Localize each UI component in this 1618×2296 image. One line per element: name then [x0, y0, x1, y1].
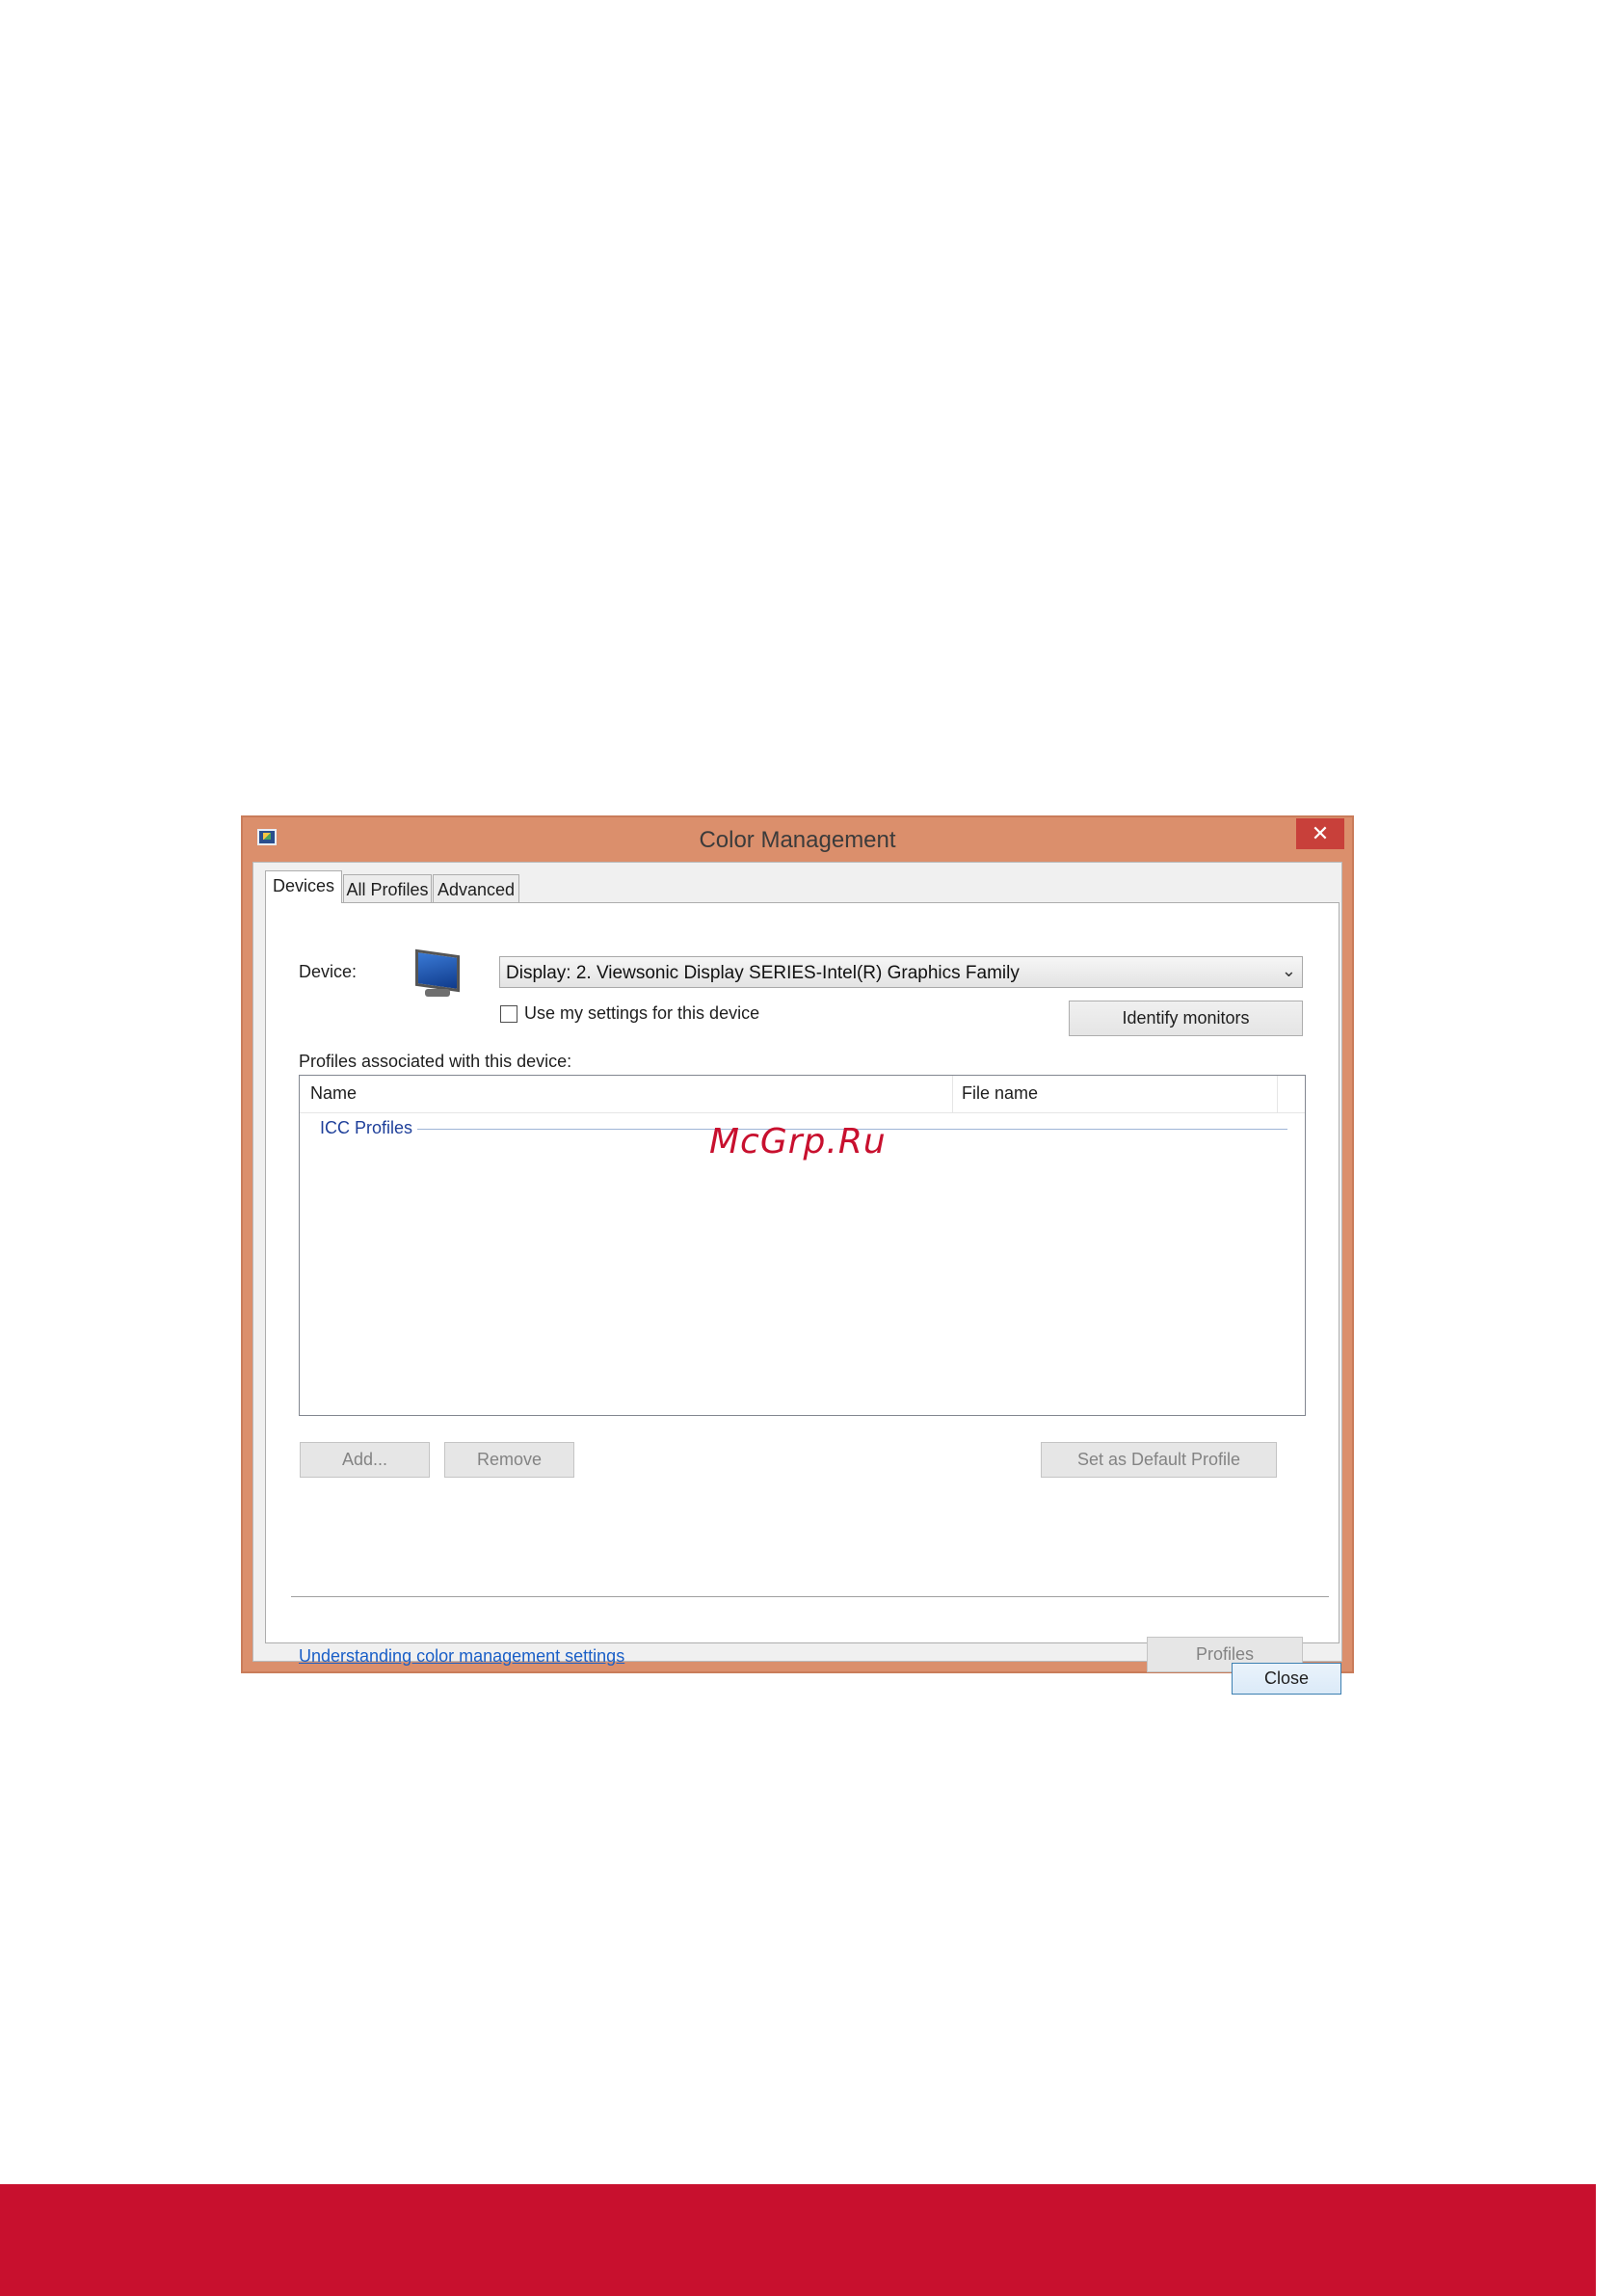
list-header: Name File name [300, 1076, 1305, 1113]
panel-divider [291, 1596, 1329, 1597]
footer-bar [0, 2184, 1596, 2296]
remove-button[interactable]: Remove [444, 1442, 574, 1478]
tab-advanced[interactable]: Advanced [433, 874, 519, 903]
column-header-file-name[interactable]: File name [962, 1083, 1038, 1104]
device-select[interactable]: Display: 2. Viewsonic Display SERIES-Int… [499, 956, 1303, 988]
watermark: McGrp.Ru [709, 1122, 887, 1161]
window-title: Color Management [699, 827, 896, 853]
title-bar[interactable]: Color Management ✕ [243, 817, 1352, 862]
chevron-down-icon: ⌄ [1281, 961, 1296, 980]
group-icc-profiles: ICC Profiles [320, 1118, 413, 1137]
understanding-color-management-link[interactable]: Understanding color management settings [299, 1646, 624, 1667]
tab-all-profiles[interactable]: All Profiles [343, 874, 432, 903]
profiles-associated-label: Profiles associated with this device: [299, 1052, 572, 1071]
column-header-name[interactable]: Name [310, 1083, 357, 1104]
set-as-default-profile-button[interactable]: Set as Default Profile [1041, 1442, 1277, 1478]
device-select-value: Display: 2. Viewsonic Display SERIES-Int… [506, 963, 1020, 983]
close-button[interactable]: Close [1232, 1663, 1341, 1695]
window-client-area: Devices All Profiles Advanced Device: Di… [252, 862, 1342, 1695]
add-button[interactable]: Add... [300, 1442, 430, 1478]
window-close-button[interactable]: ✕ [1296, 818, 1344, 849]
tab-devices[interactable]: Devices [265, 870, 342, 903]
color-management-window: Color Management ✕ Devices All Profiles … [241, 815, 1354, 1695]
monitor-icon [413, 948, 460, 1001]
identify-monitors-button[interactable]: Identify monitors [1069, 1001, 1303, 1036]
device-label: Device: [299, 962, 358, 981]
use-settings-label[interactable]: Use my settings for this device [524, 1003, 759, 1024]
use-settings-checkbox[interactable] [500, 1005, 517, 1023]
devices-tab-panel: Device: Display: 2. Viewsonic Display SE… [265, 902, 1339, 1672]
